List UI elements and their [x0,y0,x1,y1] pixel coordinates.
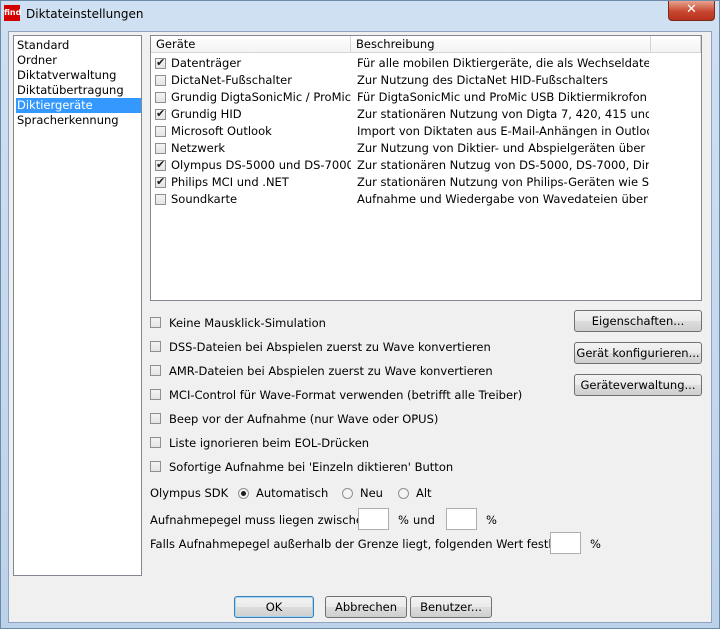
radio-neu-label: Neu [360,486,383,500]
option-checkbox[interactable] [150,341,161,352]
column-header-geraete[interactable]: Geräte [151,36,351,53]
device-name: Philips MCI und .NET [171,175,289,189]
radio-alt[interactable] [398,488,409,499]
device-checkbox[interactable] [155,75,166,86]
category-label: Standard [17,38,70,52]
device-name: Grundig HID [171,107,242,121]
device-management-button[interactable]: Geräteverwaltung... [574,374,702,396]
device-row[interactable]: Grundig HID Zur stationären Nutzung von D… [151,106,701,123]
device-row[interactable]: DictaNet-Fußschalter Zur Nutzung des Dict… [151,72,701,89]
option-label: AMR-Dateien bei Abspielen zuerst zu Wave… [169,364,493,378]
category-item-ordner[interactable]: Ordner [16,53,141,68]
device-description: Zur Nutzung des DictaNet HID-Fußschalter… [357,73,609,87]
category-label: Diktiergeräte [17,98,93,112]
level-range-label: Aufnahmepegel muss liegen zwischen [150,513,371,527]
window-title: Diktateinstellungen [26,7,144,21]
device-row[interactable]: Grundig DigtaSonicMic / ProMic Für DigtaS… [151,89,701,106]
option-label: Sofortige Aufnahme bei 'Einzeln diktiere… [169,460,454,474]
radio-alt-label: Alt [416,486,432,500]
fallback-level-label: Falls Aufnahmepegel außerhalb der Grenze… [150,537,581,551]
cancel-button[interactable]: Abbrechen [325,596,407,618]
level-min-field[interactable] [358,508,389,530]
percent-label-fallback: % [590,537,601,551]
category-item-spracherkennung[interactable]: Spracherkennung [16,113,141,128]
device-description: Zur stationären Nutzung von Philips-Gerä… [357,175,649,189]
device-checkbox[interactable] [155,143,166,154]
option-label: Liste ignorieren beim EOL-Drücken [169,436,370,450]
device-row[interactable]: Microsoft Outlook Import von Diktaten aus… [151,123,701,140]
device-name: Netzwerk [171,141,226,155]
category-item-diktiergeraete[interactable]: Diktiergeräte [16,98,141,113]
device-description: Import von Diktaten aus E-Mail-Anhängen … [357,124,649,138]
category-label: Spracherkennung [17,113,119,127]
device-checkbox[interactable] [155,158,166,171]
radio-neu[interactable] [342,488,353,499]
device-name: Grundig DigtaSonicMic / ProMic [171,90,351,104]
close-button[interactable]: ✕ [668,1,715,21]
dialog-client-area: Standard Ordner Diktatverwaltung Diktatü… [8,31,712,623]
device-row[interactable]: Soundkarte Aufnahme und Wiedergabe von Wa… [151,191,701,208]
device-description: Für DigtaSonicMic und ProMic USB Diktier… [357,90,649,104]
title-bar[interactable]: find Diktateinstellungen ✕ [1,1,719,27]
device-checkbox[interactable] [155,126,166,137]
device-checkbox[interactable] [155,194,166,205]
device-row[interactable]: Datenträger Für alle mobilen Diktiergerät… [151,55,701,72]
column-header-beschreibung[interactable]: Beschreibung [351,36,651,53]
category-item-standard[interactable]: Standard [16,38,141,53]
column-header-empty [651,36,701,53]
device-name: Microsoft Outlook [171,124,272,138]
device-checkbox[interactable] [155,107,166,120]
option-checkbox[interactable] [150,317,161,328]
category-item-diktatuebertragung[interactable]: Diktatübertragung [16,83,141,98]
configure-device-button[interactable]: Gerät konfigurieren... [574,342,702,364]
category-list[interactable]: Standard Ordner Diktatverwaltung Diktatü… [13,35,142,576]
properties-button[interactable]: Eigenschaften... [574,310,702,332]
and-label: und [413,513,435,527]
device-checkbox[interactable] [155,92,166,103]
radio-automatisch[interactable] [238,488,249,499]
device-description: Aufnahme und Wiedergabe von Wavedateien … [357,192,649,206]
app-logo-icon: find [4,5,21,21]
device-description: Für alle mobilen Diktiergeräte, die als … [357,56,649,70]
device-row[interactable]: Netzwerk Zur Nutzung von Diktier- und Abs… [151,140,701,157]
device-name: DictaNet-Fußschalter [171,73,292,87]
radio-automatisch-label: Automatisch [256,486,329,500]
category-item-diktatverwaltung[interactable]: Diktatverwaltung [16,68,141,83]
device-row[interactable]: Philips MCI und .NET Zur stationären Nutz… [151,174,701,191]
option-label: Keine Mausklick-Simulation [169,316,326,330]
device-checkbox[interactable] [155,175,166,188]
device-checkbox[interactable] [155,56,166,69]
device-description: Zur stationären Nutzung von Digta 7, 420… [357,107,649,121]
device-description: Zur Nutzung von Diktier- und Abspielgerä… [357,141,649,155]
category-label: Ordner [17,53,57,67]
device-list[interactable]: Geräte Beschreibung Datenträger Für alle … [150,35,702,301]
option-label: MCI-Control für Wave-Format verwenden (b… [169,388,523,402]
device-description: Zur stationären Nutzug von DS-5000, DS-7… [357,158,649,172]
user-button[interactable]: Benutzer... [410,596,492,618]
device-name: Olympus DS-5000 und DS-7000 [171,158,351,172]
device-name: Soundkarte [171,192,238,206]
option-label: DSS-Dateien bei Abspielen zuerst zu Wave… [169,340,491,354]
device-row[interactable]: Olympus DS-5000 und DS-7000 Zur stationär… [151,157,701,174]
level-max-field[interactable] [446,508,477,530]
device-name: Datenträger [171,56,242,70]
category-label: Diktatverwaltung [17,68,117,82]
option-checkbox[interactable] [150,413,161,424]
ok-button[interactable]: OK [234,596,314,618]
option-checkbox[interactable] [150,365,161,376]
percent-label-max: % [486,513,497,527]
option-checkbox[interactable] [150,461,161,472]
option-checkbox[interactable] [150,437,161,448]
olympus-sdk-label: Olympus SDK [150,486,229,500]
fallback-level-field[interactable] [550,532,581,554]
percent-label-min: % [398,513,409,527]
option-label: Beep vor der Aufnahme (nur Wave oder OPU… [169,412,439,426]
option-checkbox[interactable] [150,389,161,400]
dialog-window: find Diktateinstellungen ✕ Standard Ordn… [0,0,720,629]
category-label: Diktatübertragung [17,83,124,97]
